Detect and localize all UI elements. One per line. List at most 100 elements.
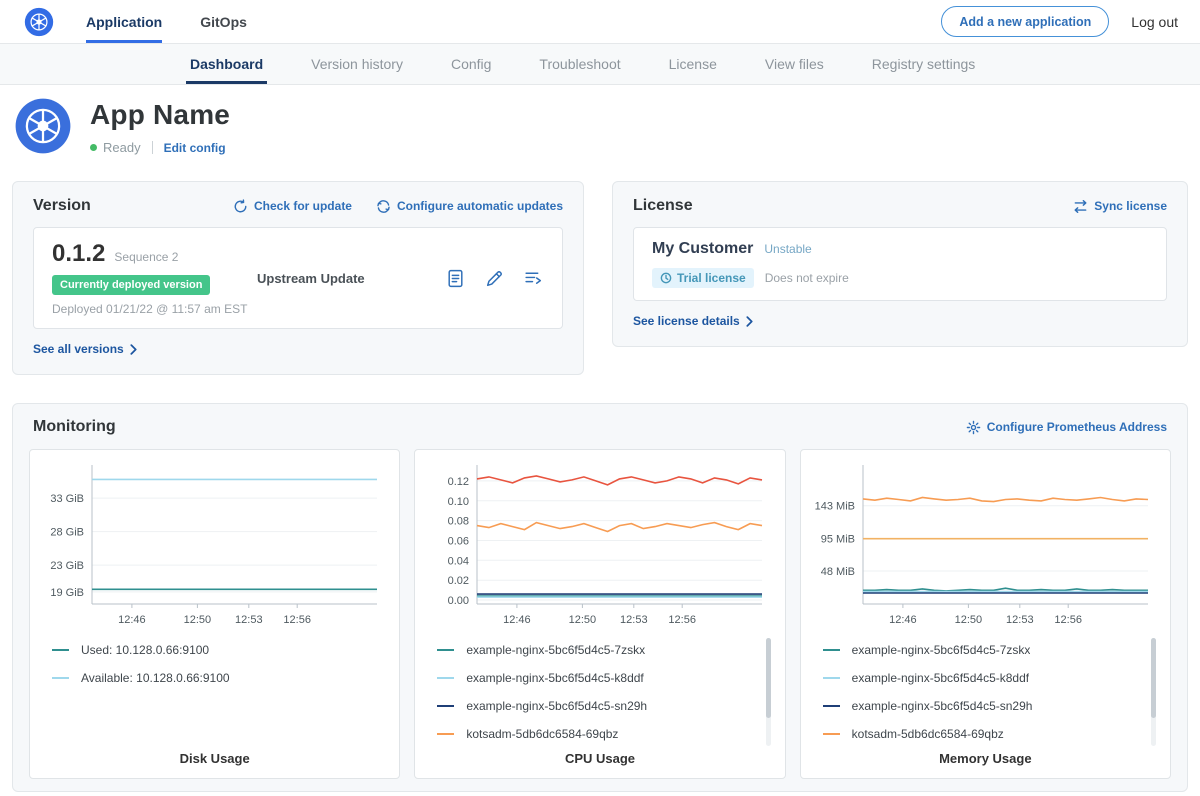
version-card: Version Check for update Configure autom… bbox=[12, 181, 584, 375]
deployed-status-badge: Currently deployed version bbox=[52, 275, 210, 295]
subnav-item-version-history[interactable]: Version history bbox=[287, 44, 427, 84]
legend-scrollbar-track bbox=[1151, 638, 1156, 746]
logout-link[interactable]: Log out bbox=[1131, 14, 1178, 30]
subnav-item-view-files[interactable]: View files bbox=[741, 44, 848, 84]
configure-automatic-updates-link[interactable]: Configure automatic updates bbox=[376, 199, 563, 214]
memory-usage-chart-title: Memory Usage bbox=[813, 751, 1158, 766]
status-divider bbox=[152, 141, 153, 154]
series-color-swatch bbox=[823, 705, 840, 707]
edit-config-link[interactable]: Edit config bbox=[164, 141, 226, 155]
app-subnav: Dashboard Version history Config Trouble… bbox=[0, 44, 1200, 85]
version-card-title: Version bbox=[33, 197, 91, 215]
svg-text:48 MiB: 48 MiB bbox=[820, 566, 854, 578]
svg-text:0.12: 0.12 bbox=[448, 476, 469, 488]
series-color-swatch bbox=[437, 649, 454, 651]
auto-update-icon bbox=[376, 199, 391, 214]
tab-gitops[interactable]: GitOps bbox=[200, 0, 247, 43]
svg-text:0.00: 0.00 bbox=[448, 595, 469, 607]
edit-yaml-icon[interactable] bbox=[484, 268, 505, 289]
kubernetes-logo-icon[interactable] bbox=[24, 7, 54, 37]
series-label: Available: 10.128.0.66:9100 bbox=[81, 671, 230, 685]
chevron-right-icon bbox=[746, 316, 753, 327]
svg-text:12:53: 12:53 bbox=[620, 614, 648, 626]
svg-text:0.04: 0.04 bbox=[448, 555, 469, 567]
disk-usage-chart-title: Disk Usage bbox=[42, 751, 387, 766]
legend-item[interactable]: example-nginx-5bc6f5d4c5-7zskx bbox=[427, 636, 758, 664]
subnav-item-license[interactable]: License bbox=[645, 44, 741, 84]
add-new-application-button[interactable]: Add a new application bbox=[941, 6, 1109, 37]
trial-license-badge: Trial license bbox=[652, 268, 754, 288]
legend-scrollbar-thumb[interactable] bbox=[766, 638, 771, 718]
disk-usage-legend: Used: 10.128.0.66:9100 Available: 10.128.… bbox=[42, 636, 387, 692]
series-label: example-nginx-5bc6f5d4c5-k8ddf bbox=[852, 671, 1029, 685]
legend-item[interactable]: kotsadm-5db6dc6584-69qbz bbox=[813, 720, 1144, 748]
svg-text:0.02: 0.02 bbox=[448, 575, 469, 587]
series-label: kotsadm-5db6dc6584-69qbz bbox=[466, 727, 618, 741]
subnav-item-troubleshoot[interactable]: Troubleshoot bbox=[515, 44, 644, 84]
legend-item[interactable]: example-nginx-5bc6f5d4c5-sn29h bbox=[813, 692, 1144, 720]
legend-scrollbar-thumb[interactable] bbox=[1151, 638, 1156, 718]
legend-item[interactable]: kotsadm-5db6dc6584-69qbz bbox=[427, 720, 758, 748]
svg-text:143 MiB: 143 MiB bbox=[814, 501, 854, 513]
svg-text:12:56: 12:56 bbox=[283, 614, 311, 626]
see-license-details-label: See license details bbox=[633, 314, 740, 328]
upstream-update-label: Upstream Update bbox=[257, 271, 365, 286]
legend-item[interactable]: Available: 10.128.0.66:9100 bbox=[42, 664, 373, 692]
app-header: App Name Ready Edit config bbox=[0, 85, 1200, 171]
svg-text:0.08: 0.08 bbox=[448, 516, 469, 528]
memory-usage-legend: example-nginx-5bc6f5d4c5-7zskx example-ng… bbox=[813, 636, 1158, 748]
legend-item[interactable]: example-nginx-5bc6f5d4c5-7zskx bbox=[813, 636, 1144, 664]
legend-item[interactable]: example-nginx-5bc6f5d4c5-sn29h bbox=[427, 692, 758, 720]
subnav-item-dashboard[interactable]: Dashboard bbox=[166, 44, 287, 84]
sync-license-link[interactable]: Sync license bbox=[1073, 199, 1167, 214]
license-card-header: License Sync license bbox=[633, 197, 1167, 215]
cpu-usage-chart: 0.120.100.080.060.040.020.0012:4612:5012… bbox=[427, 460, 772, 630]
legend-item[interactable]: Used: 10.128.0.66:9100 bbox=[42, 636, 373, 664]
legend-item[interactable]: example-nginx-5bc6f5d4c5-k8ddf bbox=[813, 664, 1144, 692]
series-label: example-nginx-5bc6f5d4c5-sn29h bbox=[466, 699, 647, 713]
clock-icon bbox=[660, 272, 672, 284]
gear-icon bbox=[966, 420, 981, 435]
refresh-icon bbox=[233, 199, 248, 214]
see-license-details-link[interactable]: See license details bbox=[633, 314, 753, 328]
svg-text:12:50: 12:50 bbox=[954, 614, 982, 626]
svg-text:19 GiB: 19 GiB bbox=[50, 587, 84, 599]
monitoring-header: Monitoring Configure Prometheus Address bbox=[29, 418, 1171, 436]
svg-text:12:56: 12:56 bbox=[1054, 614, 1082, 626]
series-label: example-nginx-5bc6f5d4c5-sn29h bbox=[852, 699, 1033, 713]
legend-item[interactable]: example-nginx-5bc6f5d4c5-k8ddf bbox=[427, 664, 758, 692]
see-all-versions-link[interactable]: See all versions bbox=[33, 342, 137, 356]
series-label: example-nginx-5bc6f5d4c5-7zskx bbox=[466, 643, 645, 657]
series-color-swatch bbox=[52, 677, 69, 679]
release-notes-icon[interactable] bbox=[445, 268, 466, 289]
svg-text:12:46: 12:46 bbox=[118, 614, 146, 626]
monitoring-section: Monitoring Configure Prometheus Address … bbox=[12, 403, 1188, 792]
check-for-update-link[interactable]: Check for update bbox=[233, 199, 352, 214]
see-all-versions-label: See all versions bbox=[33, 342, 124, 356]
memory-usage-chart-card: 143 MiB95 MiB48 MiB12:4612:5012:5312:56 … bbox=[800, 449, 1171, 779]
series-color-swatch bbox=[823, 733, 840, 735]
svg-text:28 GiB: 28 GiB bbox=[50, 527, 84, 539]
customer-name: My Customer bbox=[652, 240, 753, 258]
series-color-swatch bbox=[823, 649, 840, 651]
deploy-logs-icon[interactable] bbox=[523, 268, 544, 289]
charts-row: 33 GiB28 GiB23 GiB19 GiB12:4612:5012:531… bbox=[29, 449, 1171, 779]
svg-text:12:46: 12:46 bbox=[889, 614, 917, 626]
tab-application[interactable]: Application bbox=[86, 0, 162, 43]
version-number: 0.1.2 bbox=[52, 240, 105, 268]
version-sequence: Sequence 2 bbox=[114, 250, 178, 264]
current-version-box: 0.1.2 Sequence 2 Currently deployed vers… bbox=[33, 227, 563, 329]
version-action-icons bbox=[445, 268, 544, 289]
cpu-usage-legend: example-nginx-5bc6f5d4c5-7zskx example-ng… bbox=[427, 636, 772, 748]
configure-prometheus-label: Configure Prometheus Address bbox=[987, 420, 1167, 434]
subnav-item-config[interactable]: Config bbox=[427, 44, 515, 84]
version-info: 0.1.2 Sequence 2 Currently deployed vers… bbox=[52, 240, 257, 316]
disk-usage-chart: 33 GiB28 GiB23 GiB19 GiB12:4612:5012:531… bbox=[42, 460, 387, 630]
version-card-header: Version Check for update Configure autom… bbox=[33, 197, 563, 215]
svg-text:12:50: 12:50 bbox=[569, 614, 597, 626]
svg-text:23 GiB: 23 GiB bbox=[50, 560, 84, 572]
configure-prometheus-link[interactable]: Configure Prometheus Address bbox=[966, 420, 1167, 435]
subnav-item-registry-settings[interactable]: Registry settings bbox=[848, 44, 999, 84]
sync-license-label: Sync license bbox=[1094, 199, 1167, 213]
channel-name: Unstable bbox=[764, 242, 811, 256]
